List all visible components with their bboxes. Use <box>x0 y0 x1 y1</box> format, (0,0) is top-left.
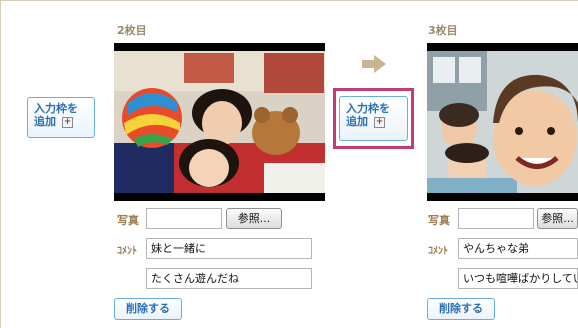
comment-input-3-line2[interactable]: いつも喧嘩ばかりしてい <box>458 268 578 289</box>
comment-input-2-line2[interactable]: たくさん遊んだね <box>146 268 312 289</box>
column-title-3: 3枚目 <box>428 24 458 37</box>
browse-button-2[interactable]: 参照... <box>226 208 282 229</box>
photo-image-smiling-children <box>427 43 578 201</box>
comment-input-3-line1[interactable]: やんちゃな弟 <box>458 238 578 259</box>
add-button-line1: 入力枠を <box>346 102 390 115</box>
photo-image-children-with-ball <box>114 43 325 201</box>
photo-label-3: 写真 <box>428 214 450 227</box>
arrow-right-icon <box>362 55 386 73</box>
photo-file-input-3[interactable] <box>458 208 534 229</box>
plus-icon: + <box>374 116 385 128</box>
photo-file-input-2[interactable] <box>146 208 222 229</box>
delete-button-3[interactable]: 削除する <box>427 298 495 320</box>
photo-label-2: 写真 <box>117 214 139 227</box>
delete-button-2[interactable]: 削除する <box>114 298 182 320</box>
photo-preview-2 <box>114 43 325 201</box>
add-button-line1: 入力枠を <box>34 102 78 115</box>
comment-label-2: ｺﾒﾝﾄ <box>117 246 137 257</box>
add-button-line2: 追加 <box>34 115 56 128</box>
comment-input-2-line1[interactable]: 妹と一緒に <box>146 238 312 259</box>
add-button-line2: 追加 <box>346 115 368 128</box>
add-input-frame-button-left[interactable]: 入力枠を 追加 + <box>27 97 95 138</box>
photo-preview-3 <box>427 43 578 201</box>
add-input-frame-button-middle[interactable]: 入力枠を 追加 + <box>339 96 408 141</box>
column-title-2: 2枚目 <box>117 24 147 37</box>
comment-label-3: ｺﾒﾝﾄ <box>428 246 448 257</box>
plus-icon: + <box>62 116 73 128</box>
browse-button-3[interactable]: 参照... <box>537 208 578 229</box>
